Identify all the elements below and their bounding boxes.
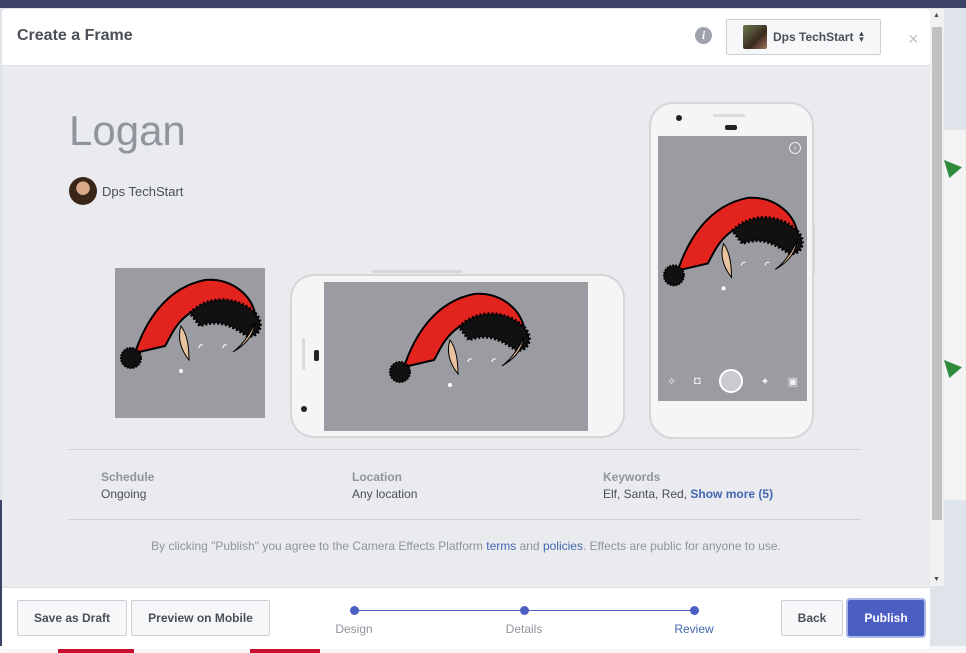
phone-side-button — [812, 224, 815, 274]
shutter-icon — [718, 369, 743, 393]
divider — [69, 449, 861, 450]
phone-earpiece — [725, 125, 737, 130]
camera-toolbar: ✧ ◘ ✦ ▣ — [658, 369, 807, 393]
step-label-design[interactable]: Design — [335, 622, 372, 636]
phone-sensor — [301, 406, 307, 412]
author-avatar — [69, 177, 97, 205]
schedule-detail: Schedule Ongoing — [101, 470, 154, 501]
phone-speaker — [302, 338, 305, 370]
modal-scrollbar[interactable]: ▲ ▼ — [930, 9, 944, 586]
keywords-detail: Keywords Elf, Santa, Red, Show more (5) — [603, 470, 773, 501]
modal-footer: Save as Draft Preview on Mobile Design D… — [2, 587, 930, 649]
policies-link[interactable]: policies — [543, 539, 583, 553]
phone-camera — [314, 350, 319, 361]
location-label: Location — [352, 470, 402, 484]
location-detail: Location Any location — [352, 470, 417, 501]
schedule-value: Ongoing — [101, 487, 147, 501]
account-name: Dps TechStart — [773, 30, 854, 44]
publish-button[interactable]: Publish — [848, 600, 924, 636]
background-side-content — [942, 130, 966, 500]
scroll-thumb[interactable] — [932, 27, 942, 520]
account-avatar — [743, 25, 767, 49]
schedule-label: Schedule — [101, 470, 155, 484]
background-decoration — [944, 360, 962, 378]
terms-notice: By clicking "Publish" you agree to the C… — [2, 539, 930, 553]
camera-icon: ◘ — [694, 375, 701, 387]
gallery-icon: ▣ — [787, 375, 798, 388]
back-button[interactable]: Back — [781, 600, 843, 636]
info-icon[interactable]: i — [695, 27, 712, 44]
sparkle-icon: ✦ — [760, 375, 770, 388]
elf-hat-frame-image — [662, 196, 804, 292]
frame-thumbnail — [115, 268, 265, 418]
elf-hat-frame-image — [388, 292, 531, 389]
account-selector[interactable]: Dps TechStart ▲ ▼ — [726, 19, 881, 55]
keywords-value: Elf, Santa, Red, — [603, 487, 688, 501]
phone-camera — [676, 115, 682, 121]
phone-speaker — [713, 114, 745, 117]
show-more-keywords-link[interactable]: Show more (5) — [690, 487, 773, 501]
landscape-phone-preview — [290, 270, 625, 438]
elf-hat-frame-image — [119, 278, 262, 375]
phone-side-button — [372, 270, 462, 273]
preview-on-mobile-button[interactable]: Preview on Mobile — [131, 600, 270, 636]
portrait-phone-preview: › ✧ ◘ ✦ ▣ — [649, 102, 815, 439]
terms-link[interactable]: terms — [486, 539, 516, 553]
next-icon: › — [789, 142, 801, 154]
portrait-preview-screen: › ✧ ◘ ✦ ▣ — [658, 136, 807, 401]
save-as-draft-button[interactable]: Save as Draft — [17, 600, 127, 636]
step-dot-review — [690, 606, 699, 615]
scroll-up-icon[interactable]: ▲ — [933, 12, 940, 19]
location-value: Any location — [352, 487, 418, 501]
modal-header: Create a Frame i Dps TechStart ▲ ▼ × — [2, 9, 930, 66]
step-dot-details — [520, 606, 529, 615]
magic-wand-icon: ✧ — [666, 375, 677, 388]
sort-arrows-icon: ▲ ▼ — [857, 29, 866, 44]
create-frame-modal: Create a Frame i Dps TechStart ▲ ▼ × Loga… — [2, 9, 930, 649]
scroll-down-icon[interactable]: ▼ — [933, 576, 940, 583]
author-name: Dps TechStart — [102, 184, 184, 199]
terms-suffix: . Effects are public for anyone to use. — [582, 539, 781, 553]
close-icon[interactable]: × — [908, 29, 919, 50]
terms-prefix: By clicking "Publish" you agree to the C… — [151, 539, 483, 553]
background-decoration — [944, 160, 962, 178]
background-topbar — [0, 0, 966, 8]
keywords-value-row: Elf, Santa, Red, Show more (5) — [603, 487, 773, 501]
landscape-preview-screen — [324, 282, 588, 431]
effect-name: Logan — [69, 107, 186, 154]
step-dot-design — [350, 606, 359, 615]
modal-title: Create a Frame — [17, 27, 133, 44]
keywords-label: Keywords — [603, 470, 661, 484]
step-label-review[interactable]: Review — [674, 622, 713, 636]
step-label-details[interactable]: Details — [506, 622, 543, 636]
terms-and: and — [519, 539, 540, 553]
divider — [69, 519, 861, 520]
